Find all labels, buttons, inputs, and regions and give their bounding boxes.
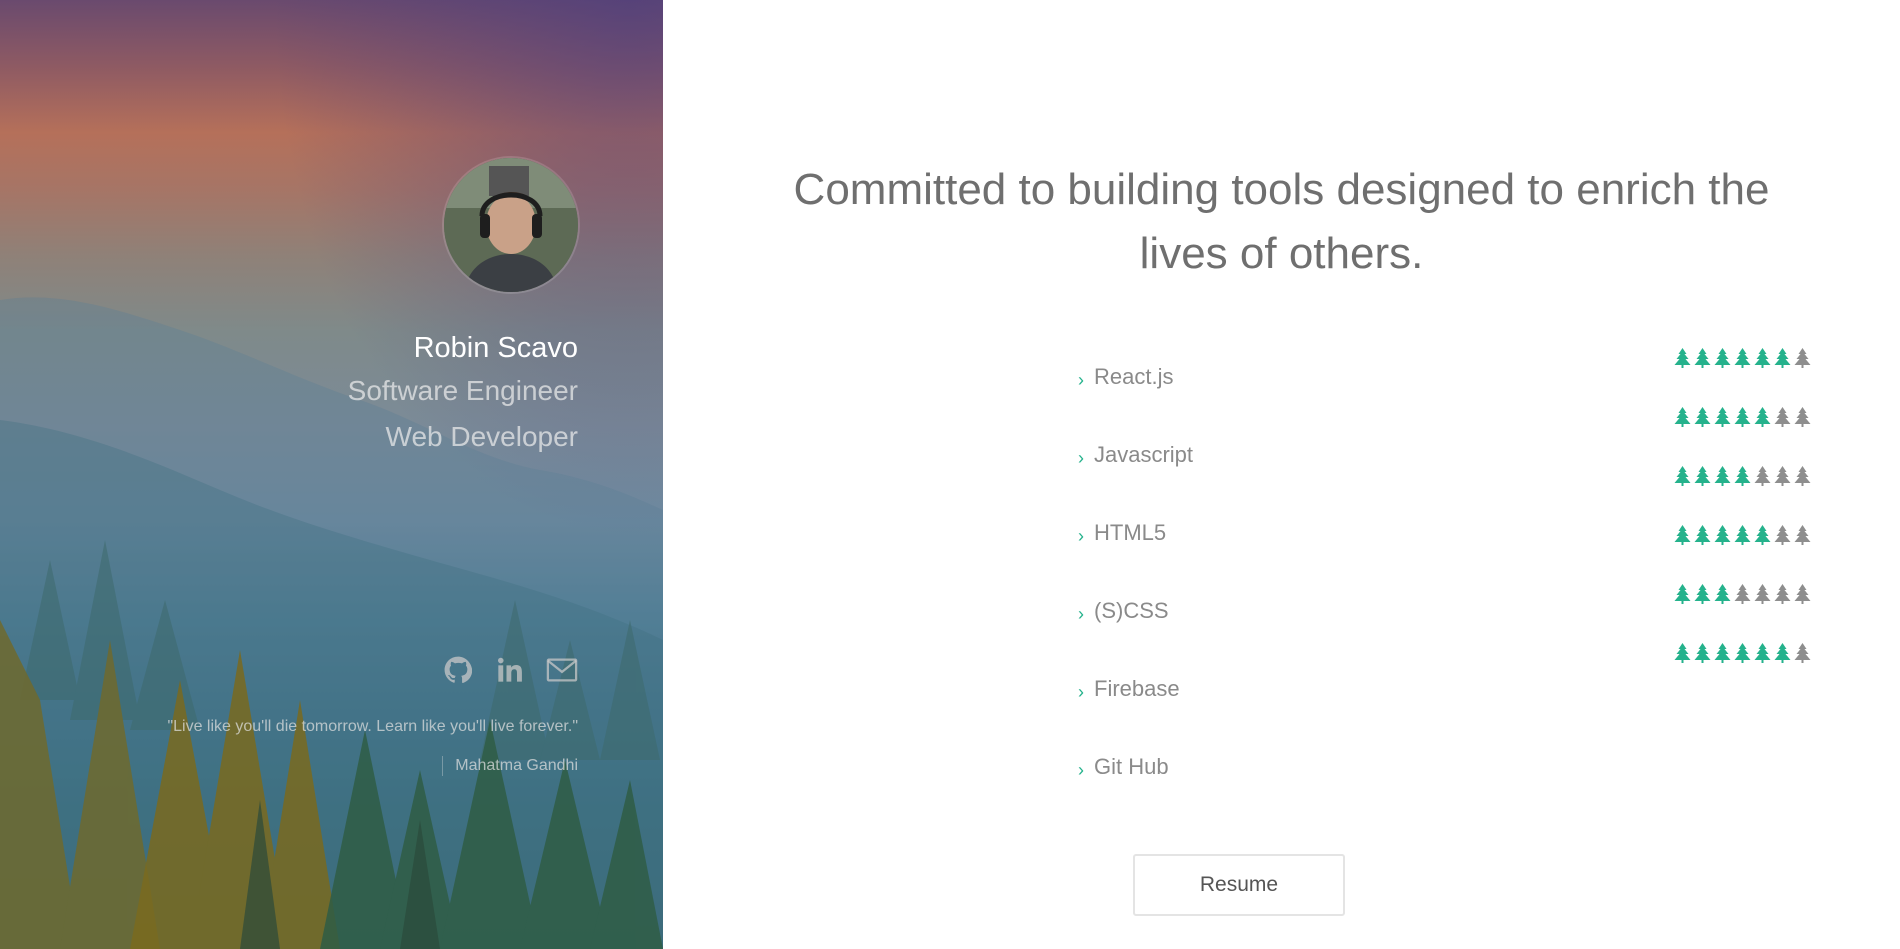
tree-icon-filled [1774,643,1791,663]
social-links [442,654,578,686]
profile-role: Web Developer [385,421,578,452]
quote-text: "Live like you'll die tomorrow. Learn li… [167,718,578,735]
skill-label: React.js [1094,364,1174,389]
tree-icon-empty [1754,466,1771,486]
page: Robin Scavo Software Engineer Web Develo… [0,0,1900,949]
tree-icon-filled [1774,348,1791,368]
tree-icon-filled [1734,348,1751,368]
tree-icon-empty [1734,584,1751,604]
github-icon[interactable] [442,654,474,686]
skill-item: › React.js [1078,338,1173,416]
hero-panel: Robin Scavo Software Engineer Web Develo… [0,0,663,949]
tree-icon-filled [1754,407,1771,427]
tree-icon-filled [1714,584,1731,604]
tree-icon-empty [1754,584,1771,604]
chevron-right-icon: › [1078,525,1084,546]
headline: Committed to building tools designed to … [793,165,1770,278]
tree-icon-filled [1694,525,1711,545]
chevron-right-icon: › [1078,759,1084,780]
tree-icon-filled [1734,643,1751,663]
tree-icon-empty [1794,643,1811,663]
forest-background [0,297,663,949]
tree-icon-filled [1734,525,1751,545]
tree-icon-filled [1674,525,1691,545]
tree-icon-empty [1794,584,1811,604]
profile-role: Software Engineer [347,375,578,406]
tree-icon-filled [1694,466,1711,486]
resume-button[interactable]: Resume [1133,854,1345,916]
tree-icon-empty [1794,348,1811,368]
skill-item: › (S)CSS [1078,572,1169,650]
chevron-right-icon: › [1078,603,1084,624]
mail-icon[interactable] [546,654,578,686]
tree-icon-empty [1794,407,1811,427]
skill-item: › Javascript [1078,416,1193,494]
linkedin-icon[interactable] [494,654,526,686]
tree-icon-filled [1694,584,1711,604]
tree-icon-filled [1694,643,1711,663]
quote-block: "Live like you'll die tomorrow. Learn li… [167,718,578,776]
skill-item: › Firebase [1078,650,1180,728]
skill-item: › Git Hub [1078,728,1169,806]
tree-icon-empty [1794,466,1811,486]
profile-name: Robin Scavo [413,332,578,364]
rating-row [1674,643,1811,663]
tree-icon-filled [1734,407,1751,427]
main-content: Committed to building tools designed to … [663,0,1900,949]
chevron-right-icon: › [1078,681,1084,702]
tree-icon-filled [1734,466,1751,486]
tree-icon-empty [1774,525,1791,545]
chevron-right-icon: › [1078,447,1084,468]
tree-icon-filled [1694,407,1711,427]
rating-row [1674,584,1811,604]
rating-row [1674,348,1811,368]
tree-icon-filled [1674,643,1691,663]
chevron-right-icon: › [1078,369,1084,390]
tree-icon-filled [1754,348,1771,368]
tree-icon-filled [1674,407,1691,427]
tree-icon-filled [1714,466,1731,486]
rating-row [1674,466,1811,486]
tree-icon-filled [1714,525,1731,545]
tree-icon-filled [1674,466,1691,486]
avatar [444,158,578,292]
skill-label: Firebase [1094,676,1180,701]
skill-label: Javascript [1094,442,1194,467]
tree-icon-empty [1794,525,1811,545]
tree-icon-filled [1674,584,1691,604]
tree-icon-empty [1774,407,1791,427]
tree-icon-filled [1694,348,1711,368]
tree-icon-filled [1714,643,1731,663]
quote-author: Mahatma Gandhi [442,756,578,776]
profile-block: Robin Scavo Software Engineer Web Develo… [348,158,578,458]
tree-icon-filled [1754,643,1771,663]
skill-label: HTML5 [1094,520,1167,545]
rating-row [1674,525,1811,545]
tree-icon-filled [1754,525,1771,545]
tree-icon-empty [1774,584,1791,604]
tree-icon-filled [1674,348,1691,368]
tree-icon-filled [1714,348,1731,368]
tree-icon-filled [1714,407,1731,427]
rating-row [1674,407,1811,427]
tree-icon-empty [1774,466,1791,486]
skill-label: (S)CSS [1094,598,1169,623]
skill-item: › HTML5 [1078,494,1166,572]
skill-label: Git Hub [1094,754,1169,779]
